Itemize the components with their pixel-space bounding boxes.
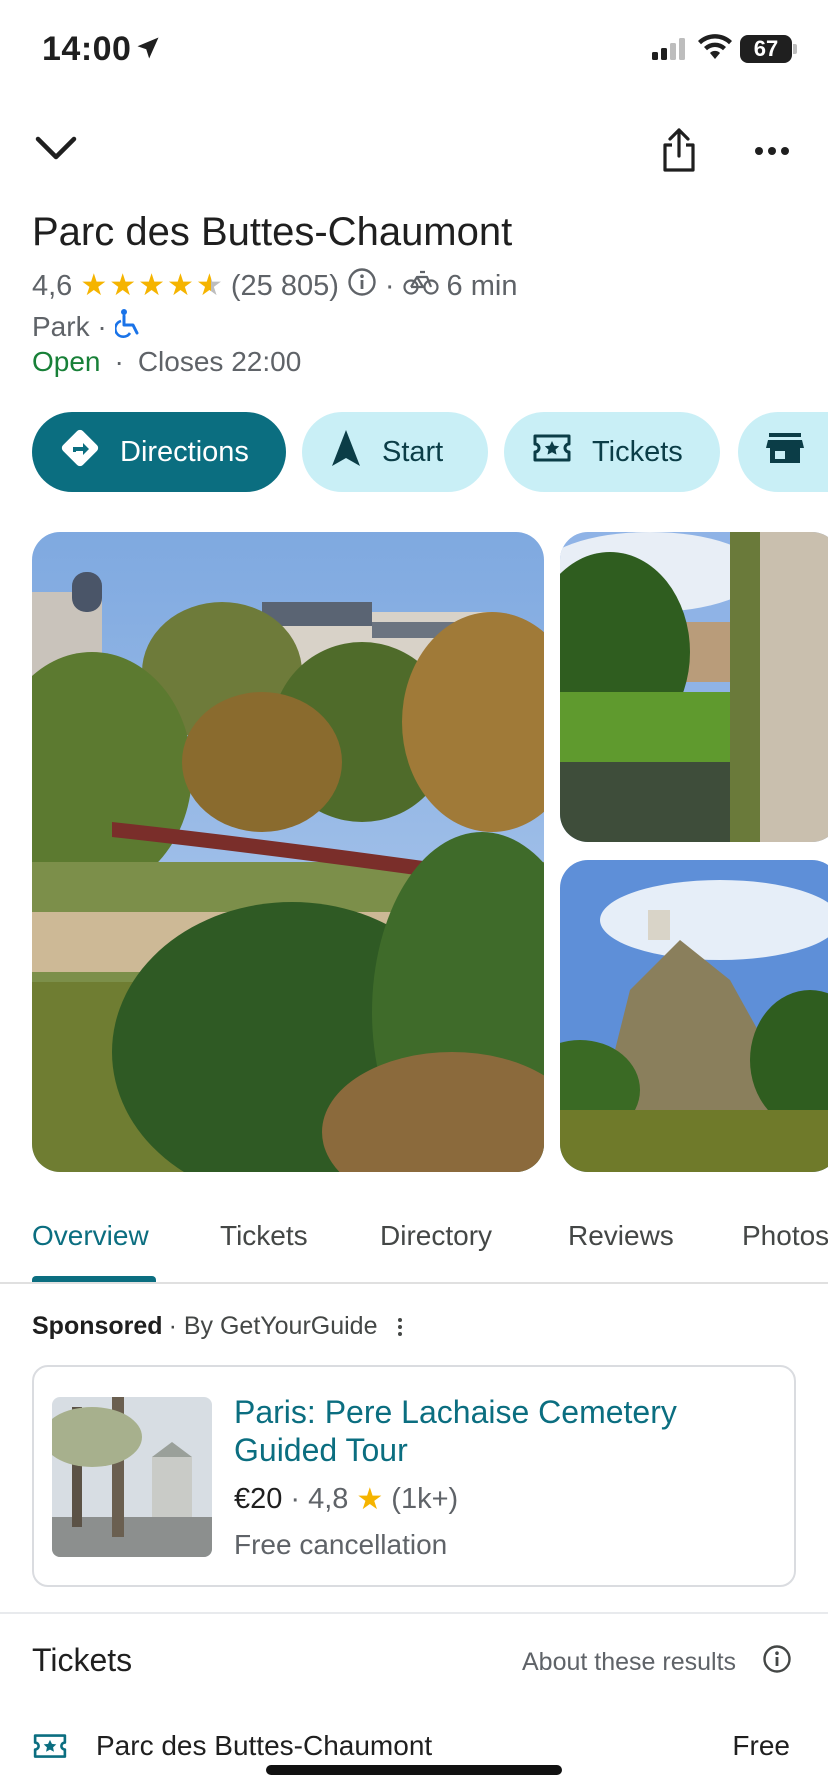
ticket-icon	[532, 432, 572, 472]
store-icon	[766, 431, 804, 473]
photo-thumbnail[interactable]	[560, 532, 828, 842]
bicycle-icon	[402, 268, 439, 304]
more-vertical-icon[interactable]	[397, 1317, 402, 1336]
wifi-icon	[698, 34, 732, 65]
tour-meta: €20 · 4,8 ★ (1k+)	[234, 1483, 458, 1516]
tab-tickets[interactable]: Tickets	[220, 1220, 308, 1252]
start-label: Start	[382, 435, 444, 468]
about-results-link[interactable]: About these results	[522, 1648, 736, 1677]
status-bar: 14:00 67	[0, 0, 828, 100]
share-icon	[661, 127, 697, 178]
more-horizontal-icon	[754, 143, 790, 161]
star-icon: ★	[167, 269, 194, 302]
rating-value: 4,6	[32, 269, 73, 302]
star-icon: ★	[138, 269, 166, 302]
store-button[interactable]	[738, 412, 828, 492]
tab-photos[interactable]: Photos	[742, 1220, 828, 1252]
star-icon: ★	[109, 269, 137, 302]
tour-rating: 4,8	[308, 1483, 349, 1515]
sponsored-card[interactable]: Paris: Pere Lachaise Cemetery Guided Tou…	[32, 1365, 796, 1587]
star-icon: ★	[80, 269, 108, 302]
tickets-heading: Tickets	[32, 1642, 133, 1678]
directions-icon	[60, 428, 100, 476]
tab-overview[interactable]: Overview	[32, 1220, 149, 1252]
home-indicator[interactable]	[266, 1765, 562, 1775]
closing-time: Closes 22:00	[137, 346, 302, 377]
directions-button[interactable]: Directions	[32, 412, 286, 492]
info-icon[interactable]	[347, 267, 377, 305]
location-arrow-icon	[134, 34, 162, 67]
tickets-button[interactable]: Tickets	[504, 412, 720, 492]
place-type-row: Park ·	[32, 308, 141, 345]
collapse-button[interactable]	[30, 128, 82, 172]
separator-dot: ·	[290, 1483, 301, 1515]
star-icon: ★	[356, 1482, 384, 1516]
share-button[interactable]	[654, 126, 704, 178]
sponsored-label: Sponsored	[32, 1312, 163, 1340]
ticket-name: Parc des Buttes-Chaumont	[96, 1730, 433, 1761]
travel-time: 6 min	[446, 269, 518, 302]
tickets-label: Tickets	[592, 435, 683, 468]
chevron-down-icon	[34, 133, 78, 168]
place-type: Park ·	[32, 310, 107, 342]
photo-thumbnail[interactable]	[560, 860, 828, 1172]
sponsor-name: · By GetYourGuide	[168, 1312, 378, 1340]
cellular-signal-icon	[652, 38, 688, 65]
battery-cap	[793, 44, 797, 54]
navigation-arrow-icon	[330, 428, 362, 476]
start-button[interactable]: Start	[302, 412, 488, 492]
separator-dot: ·	[114, 346, 124, 377]
rating-row[interactable]: 4,6 ★ ★ ★ ★ ★ (25 805) · 6 min	[32, 268, 517, 304]
place-title: Parc des Buttes-Chaumont	[32, 210, 513, 254]
tab-bar: Overview Tickets Directory Reviews Photo…	[0, 1200, 828, 1284]
tab-directory[interactable]: Directory	[380, 1220, 492, 1252]
open-status: Open	[32, 346, 101, 377]
ticket-icon	[32, 1732, 68, 1765]
main-photo[interactable]	[32, 532, 544, 1172]
action-chips: Directions Start Tickets	[32, 412, 828, 492]
half-star-icon: ★	[195, 269, 223, 302]
tab-reviews[interactable]: Reviews	[568, 1220, 674, 1252]
hours-row[interactable]: Open · Closes 22:00	[32, 346, 301, 378]
wheelchair-accessible-icon	[113, 308, 141, 345]
rating-stars: ★ ★ ★ ★ ★	[80, 271, 223, 301]
status-time: 14:00	[42, 30, 132, 68]
ticket-row[interactable]: Parc des Buttes-Chaumont Free	[32, 1728, 796, 1768]
review-count: (25 805)	[230, 269, 339, 302]
more-options-button[interactable]	[748, 132, 796, 172]
active-tab-indicator	[32, 1276, 156, 1282]
cancellation-note: Free cancellation	[234, 1529, 448, 1560]
tour-review-count: (1k+)	[391, 1483, 459, 1515]
info-icon[interactable]	[762, 1644, 792, 1679]
section-divider	[0, 1612, 828, 1614]
separator-dot: ·	[384, 269, 395, 302]
battery-icon: 67	[740, 35, 792, 63]
tour-price: €20	[234, 1483, 283, 1515]
directions-label: Directions	[120, 435, 249, 468]
sponsored-header: Sponsored · By GetYourGuide	[32, 1312, 402, 1341]
tour-title[interactable]: Paris: Pere Lachaise Cemetery Guided Tou…	[234, 1393, 754, 1469]
tour-thumbnail	[52, 1397, 212, 1557]
ticket-price: Free	[732, 1730, 790, 1761]
